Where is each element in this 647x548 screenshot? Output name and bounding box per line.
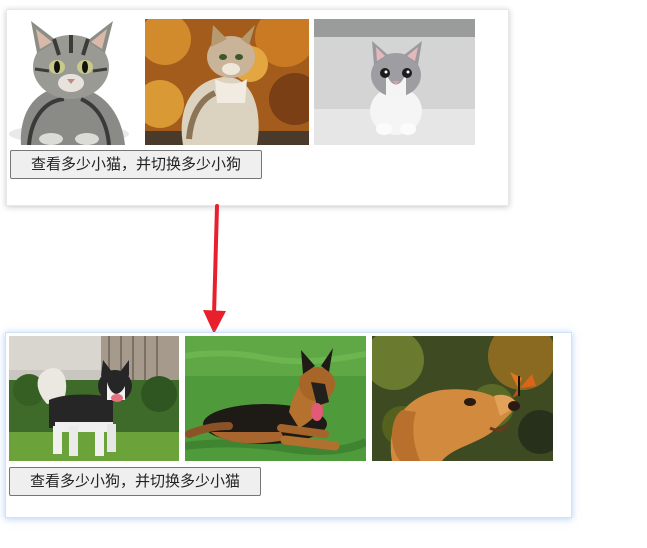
tabby-kitten-photo <box>9 19 140 145</box>
dogs-panel: 查看多少小狗，并切换多少小猫 <box>5 332 572 518</box>
dog-photo-row <box>9 336 553 461</box>
cats-panel: 查看多少小猫，并切换多少小狗 <box>6 9 509 206</box>
view-cats-switch-dogs-button[interactable]: 查看多少小猫，并切换多少小狗 <box>10 150 262 179</box>
grey-white-kitten-photo <box>314 19 475 145</box>
canvas: 查看多少小猫，并切换多少小狗 查看多少小狗，并切换多少小猫 <box>0 0 647 548</box>
alaskan-malamute-photo <box>9 336 179 461</box>
view-dogs-switch-cats-button[interactable]: 查看多少小狗，并切换多少小猫 <box>9 467 261 496</box>
long-haired-cat-photo <box>145 19 309 145</box>
cat-photo-row <box>9 19 475 145</box>
golden-retriever-butterfly-photo <box>372 336 553 461</box>
transition-arrow-icon <box>203 204 226 334</box>
german-shepherd-photo <box>185 336 366 461</box>
